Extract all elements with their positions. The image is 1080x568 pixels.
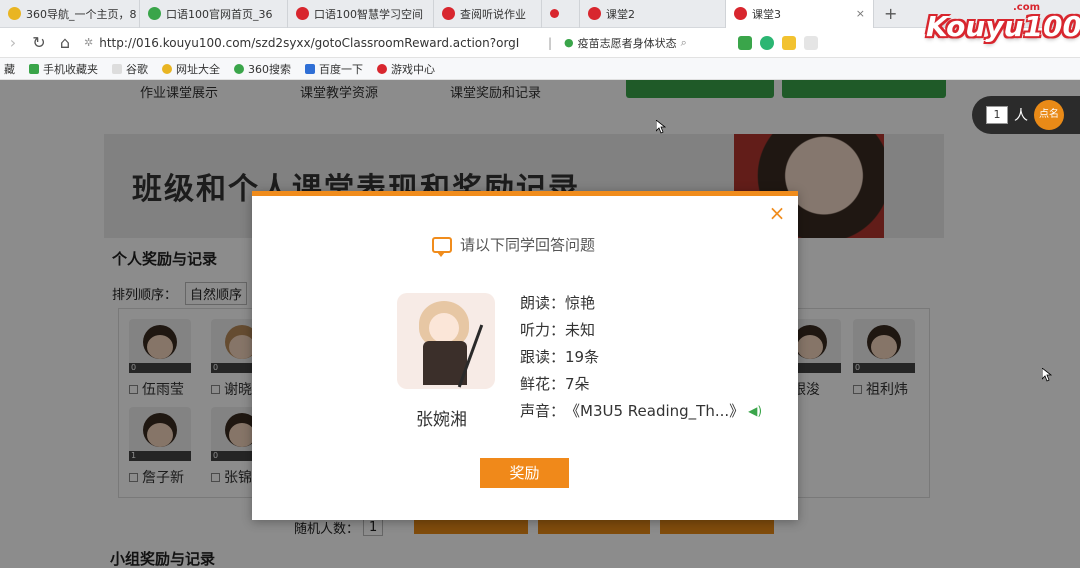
roll-call-button[interactable]: 点名 <box>1034 100 1064 130</box>
tab-smart-space[interactable]: 口语100智慧学习空间 <box>288 0 434 28</box>
kouyu100-icon <box>296 7 309 20</box>
chat-icon <box>432 236 452 257</box>
bookmark-360search[interactable]: 360搜索 <box>234 61 291 77</box>
tab-bar: 360导航_一个主页，8 口语100官网首页_36 口语100智慧学习空间 查阅… <box>0 0 1080 28</box>
bookmark-favorites[interactable]: 藏 <box>4 61 15 77</box>
dialog-title: 请以下同学回答问题 <box>432 234 595 257</box>
tab-homework[interactable]: 查阅听说作业 <box>434 0 542 28</box>
tab-recording[interactable] <box>542 0 580 28</box>
info-listening: 听力： 未知 <box>520 321 596 339</box>
roll-call-panel: 1 人 点名 <box>972 96 1080 134</box>
games-icon <box>377 63 387 74</box>
kouyu100-icon <box>588 7 601 20</box>
baidu-icon <box>305 63 315 74</box>
student-info: 朗读： 惊艳 听力： 未知 跟读： 19条 鲜花： 7朵 声音： 《M3U5 Readin… <box>520 289 762 424</box>
info-reading: 朗读： 惊艳 <box>520 294 596 312</box>
student-name: 张婉湘 <box>416 410 467 430</box>
info-follow-reading: 跟读： 19条 <box>520 348 600 366</box>
reward-button[interactable]: 奖励 <box>480 458 569 488</box>
kouyu100-logo: .com Kouyu100 <box>926 2 1080 43</box>
url-text: http://016.kouyu100.com/szd2syxx/gotoCla… <box>99 35 520 50</box>
cursor-icon <box>656 120 666 134</box>
search-icon[interactable]: ⌕ <box>681 36 687 50</box>
bookmark-baidu[interactable]: 百度一下 <box>305 61 363 77</box>
cursor-icon <box>1042 368 1052 382</box>
bookmark-games[interactable]: 游戏中心 <box>377 61 435 77</box>
record-icon <box>550 9 559 18</box>
apps-icon[interactable] <box>804 35 819 50</box>
page-icon <box>112 63 122 74</box>
scissors-icon[interactable] <box>738 35 753 50</box>
search-engine-icon: ● <box>564 36 574 49</box>
bookmark-google[interactable]: 谷歌 <box>112 61 148 77</box>
forward-icon[interactable]: › <box>0 33 26 52</box>
tab-close-icon[interactable]: × <box>856 7 865 20</box>
answer-question-dialog: × 请以下同学回答问题 张婉湘 朗读： 惊艳 听力： 未知 跟读： 19条 鲜花： 7朵… <box>252 191 798 520</box>
url-field[interactable]: ✲ http://016.kouyu100.com/szd2syxx/gotoC… <box>84 32 544 54</box>
home-icon[interactable]: ⌂ <box>52 33 78 52</box>
shield-icon[interactable] <box>782 35 797 50</box>
speaker-icon[interactable]: ◀) <box>748 404 762 418</box>
roll-call-count[interactable]: 1 <box>986 106 1008 124</box>
new-tab-button[interactable]: + <box>874 4 907 23</box>
security-icon: ✲ <box>84 36 94 49</box>
extension-icon[interactable] <box>760 35 775 50</box>
extensions <box>738 35 819 50</box>
bookmarks-bar: 藏 手机收藏夹 谷歌 网址大全 360搜索 百度一下 游戏中心 <box>0 58 1080 80</box>
sites-icon <box>162 63 172 74</box>
kouyu100-icon <box>734 7 747 20</box>
info-flowers: 鲜花： 7朵 <box>520 375 590 393</box>
student-photo <box>397 293 495 389</box>
audio-link[interactable]: 《M3U5 Reading_Th...》 <box>565 400 744 421</box>
bookmark-sites[interactable]: 网址大全 <box>162 61 220 77</box>
close-icon[interactable]: × <box>768 203 786 223</box>
360-icon <box>8 7 21 20</box>
url-separator: | <box>548 35 553 50</box>
phone-icon <box>29 63 39 74</box>
tab-class3[interactable]: 课堂3 × <box>726 0 874 28</box>
360-search-icon <box>234 63 244 74</box>
tab-kouyu-home[interactable]: 口语100官网首页_36 <box>140 0 288 28</box>
address-bar: › ↻ ⌂ ✲ http://016.kouyu100.com/szd2syxx… <box>0 28 1080 58</box>
kouyu100-icon <box>442 7 455 20</box>
kouyu-icon <box>148 7 161 20</box>
search-field[interactable]: ● 疫苗志愿者身体状态 ⌕ <box>564 35 724 51</box>
tab-360-nav[interactable]: 360导航_一个主页，8 <box>0 0 140 28</box>
reload-icon[interactable]: ↻ <box>26 33 52 52</box>
tab-class2[interactable]: 课堂2 <box>580 0 726 28</box>
bookmark-mobile[interactable]: 手机收藏夹 <box>29 61 98 77</box>
info-audio: 声音： 《M3U5 Reading_Th...》 ◀) <box>520 400 763 421</box>
